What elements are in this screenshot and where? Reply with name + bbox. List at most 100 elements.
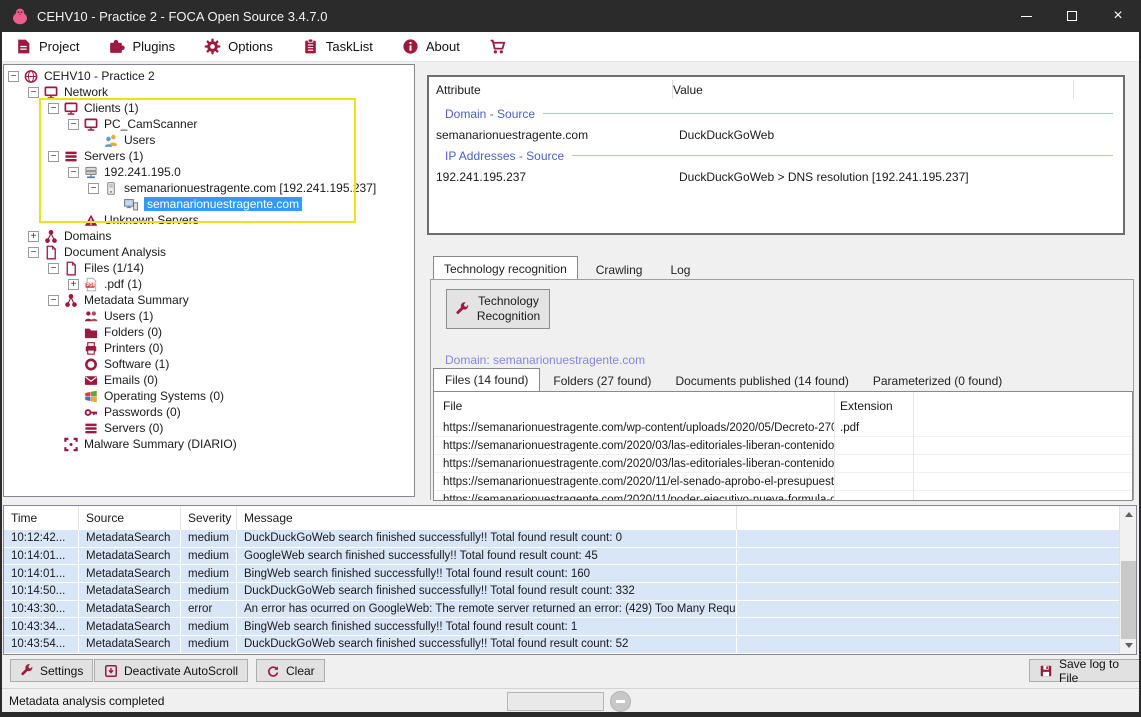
minimize-button[interactable] — [1003, 0, 1049, 32]
tree-node-document-analysis[interactable]: − Document Analysis — [4, 244, 414, 260]
stop-button[interactable] — [610, 691, 631, 712]
tree-node-users-1[interactable]: Users (1) — [4, 308, 414, 324]
close-button[interactable]: × — [1095, 0, 1141, 32]
collapse-icon[interactable]: − — [68, 119, 79, 130]
tree-node-pc-camscanner[interactable]: − PC_CamScanner — [4, 116, 414, 132]
toolbar-cart-button[interactable] — [489, 38, 506, 55]
tree-node-software-1[interactable]: Software (1) — [4, 356, 414, 372]
toolbar-tasklist-button[interactable]: TaskList — [302, 38, 373, 55]
tree-node-emails-0[interactable]: Emails (0) — [4, 372, 414, 388]
subtab-files[interactable]: Files (14 found) — [433, 368, 540, 391]
tree-node-files-1-14[interactable]: − Files (1/14) — [4, 260, 414, 276]
scroll-up-arrow-icon[interactable] — [1120, 506, 1137, 523]
collapse-icon[interactable]: − — [48, 103, 59, 114]
tree-node-label[interactable]: Folders (0) — [104, 325, 162, 339]
tree-node-servers-1[interactable]: − Servers (1) — [4, 148, 414, 164]
tree-node-semanarionuestragente-com-192-241-195-23[interactable]: −semanarionuestragente.com [192.241.195.… — [4, 180, 414, 196]
tree-node-label[interactable]: Software (1) — [104, 357, 169, 371]
save-log-button[interactable]: Save log to File — [1029, 659, 1141, 682]
log-row[interactable]: 10:43:34...MetadataSearchmediumBingWeb s… — [4, 618, 1119, 636]
message-column-header[interactable]: Message — [237, 506, 737, 530]
clear-button[interactable]: Clear — [256, 659, 325, 682]
tree-node-clients-1[interactable]: − Clients (1) — [4, 100, 414, 116]
tab-crawling[interactable]: Crawling — [586, 259, 653, 280]
toolbar-project-button[interactable]: Project — [15, 38, 79, 55]
tree-node-label[interactable]: semanarionuestragente.com — [144, 197, 302, 211]
tree-node-metadata-summary[interactable]: −Metadata Summary — [4, 292, 414, 308]
file-row[interactable]: https://semanarionuestragente.com/2020/0… — [434, 455, 1132, 473]
file-row[interactable]: https://semanarionuestragente.com/wp-con… — [434, 419, 1132, 437]
tree-node-domains[interactable]: + Domains — [4, 228, 414, 244]
collapse-icon[interactable]: − — [8, 71, 19, 82]
tree-node-label[interactable]: Document Analysis — [64, 245, 166, 259]
toolbar-options-button[interactable]: Options — [204, 38, 273, 55]
tree-node-label[interactable]: Servers (0) — [104, 421, 163, 435]
tree-node-label[interactable]: Network — [64, 85, 108, 99]
maximize-button[interactable] — [1049, 0, 1095, 32]
tree-node-192-241-195-0[interactable]: −192.241.195.0 — [4, 164, 414, 180]
log-row[interactable]: 10:14:50...MetadataSearchmediumDuckDuckG… — [4, 583, 1119, 601]
tree-node-label[interactable]: Users — [124, 133, 155, 147]
tree-node-label[interactable]: Users (1) — [104, 309, 153, 323]
tree-node-label[interactable]: Passwords (0) — [104, 405, 181, 419]
subtab-parameterized[interactable]: Parameterized (0 found) — [862, 370, 1013, 391]
severity-column-header[interactable]: Severity — [181, 506, 237, 530]
tree-node-printers-0[interactable]: Printers (0) — [4, 340, 414, 356]
tree-node-operating-systems-0[interactable]: Operating Systems (0) — [4, 388, 414, 404]
tree-node-passwords-0[interactable]: Passwords (0) — [4, 404, 414, 420]
file-row[interactable]: https://semanarionuestragente.com/2020/1… — [434, 491, 1132, 501]
tree-node-label[interactable]: Files (1/14) — [84, 261, 144, 275]
tree-node-label[interactable]: Servers (1) — [84, 149, 143, 163]
toolbar-about-button[interactable]: About — [402, 38, 460, 55]
tree-node-servers-0[interactable]: Servers (0) — [4, 420, 414, 436]
log-row[interactable]: 10:43:30...MetadataSearcherrorAn error h… — [4, 601, 1119, 619]
deactivate-autoscroll-button[interactable]: Deactivate AutoScroll — [94, 659, 248, 682]
tree-node-unknown-servers[interactable]: Unknown Servers — [4, 212, 414, 228]
collapse-icon[interactable]: − — [28, 247, 39, 258]
log-scrollbar[interactable] — [1119, 506, 1136, 654]
attribute-row[interactable]: semanarionuestragente.comDuckDuckGoWeb — [429, 124, 1123, 145]
scrollbar-thumb[interactable] — [1121, 561, 1136, 639]
file-row[interactable]: https://semanarionuestragente.com/2020/0… — [434, 437, 1132, 455]
tree-node-label[interactable]: Clients (1) — [84, 101, 139, 115]
file-column-header[interactable]: File — [434, 399, 834, 413]
subtab-documents-published[interactable]: Documents published (14 found) — [664, 370, 859, 391]
tree-node-label[interactable]: Malware Summary (DIARIO) — [84, 437, 237, 451]
tree-node-label[interactable]: PC_CamScanner — [104, 117, 197, 131]
tree-node-users[interactable]: Users — [4, 132, 414, 148]
tree-node-label[interactable]: Domains — [64, 229, 111, 243]
source-column-header[interactable]: Source — [79, 506, 181, 530]
tree-node-malware-summary-diario[interactable]: Malware Summary (DIARIO) — [4, 436, 414, 452]
technology-recognition-button[interactable]: Technology Recognition — [446, 289, 550, 329]
scroll-down-arrow-icon[interactable] — [1120, 637, 1137, 654]
domain-link[interactable]: Domain: semanarionuestragente.com — [445, 353, 645, 367]
extension-column-header[interactable]: Extension — [834, 399, 893, 413]
tree-node-semanarionuestragente-com[interactable]: semanarionuestragente.com — [4, 196, 414, 212]
tree-node-label[interactable]: Unknown Servers — [104, 213, 199, 227]
tree-node-label[interactable]: CEHV10 - Practice 2 — [44, 69, 155, 83]
log-row[interactable]: 10:43:54...MetadataSearchmediumDuckDuckG… — [4, 636, 1119, 654]
collapse-icon[interactable]: − — [48, 295, 59, 306]
tree-node-network[interactable]: − Network — [4, 84, 414, 100]
value-column-header[interactable]: Value — [673, 83, 703, 97]
attribute-column-header[interactable]: Attribute — [429, 83, 673, 97]
log-row[interactable]: 10:14:01...MetadataSearchmediumGoogleWeb… — [4, 548, 1119, 566]
tree-node-folders-0[interactable]: Folders (0) — [4, 324, 414, 340]
settings-button[interactable]: Settings — [10, 659, 93, 682]
log-row[interactable]: 10:14:01...MetadataSearchmediumBingWeb s… — [4, 565, 1119, 583]
collapse-icon[interactable]: − — [88, 183, 99, 194]
collapse-icon[interactable]: − — [28, 87, 39, 98]
tree-node-pdf-1[interactable]: +.pdf (1) — [4, 276, 414, 292]
tree-node-label[interactable]: Printers (0) — [104, 341, 163, 355]
attribute-row[interactable]: 192.241.195.237DuckDuckGoWeb > DNS resol… — [429, 166, 1123, 187]
tree-node-label[interactable]: .pdf (1) — [104, 277, 142, 291]
tree-node-label[interactable]: Emails (0) — [104, 373, 158, 387]
tab-technology-recognition[interactable]: Technology recognition — [433, 256, 578, 280]
subtab-folders[interactable]: Folders (27 found) — [542, 370, 662, 391]
expand-icon[interactable]: + — [28, 231, 39, 242]
collapse-icon[interactable]: − — [48, 151, 59, 162]
collapse-icon[interactable]: − — [48, 263, 59, 274]
file-row[interactable]: https://semanarionuestragente.com/2020/1… — [434, 473, 1132, 491]
tree-node-cehv10-practice-2[interactable]: − CEHV10 - Practice 2 — [4, 68, 414, 84]
time-column-header[interactable]: Time — [4, 506, 79, 530]
